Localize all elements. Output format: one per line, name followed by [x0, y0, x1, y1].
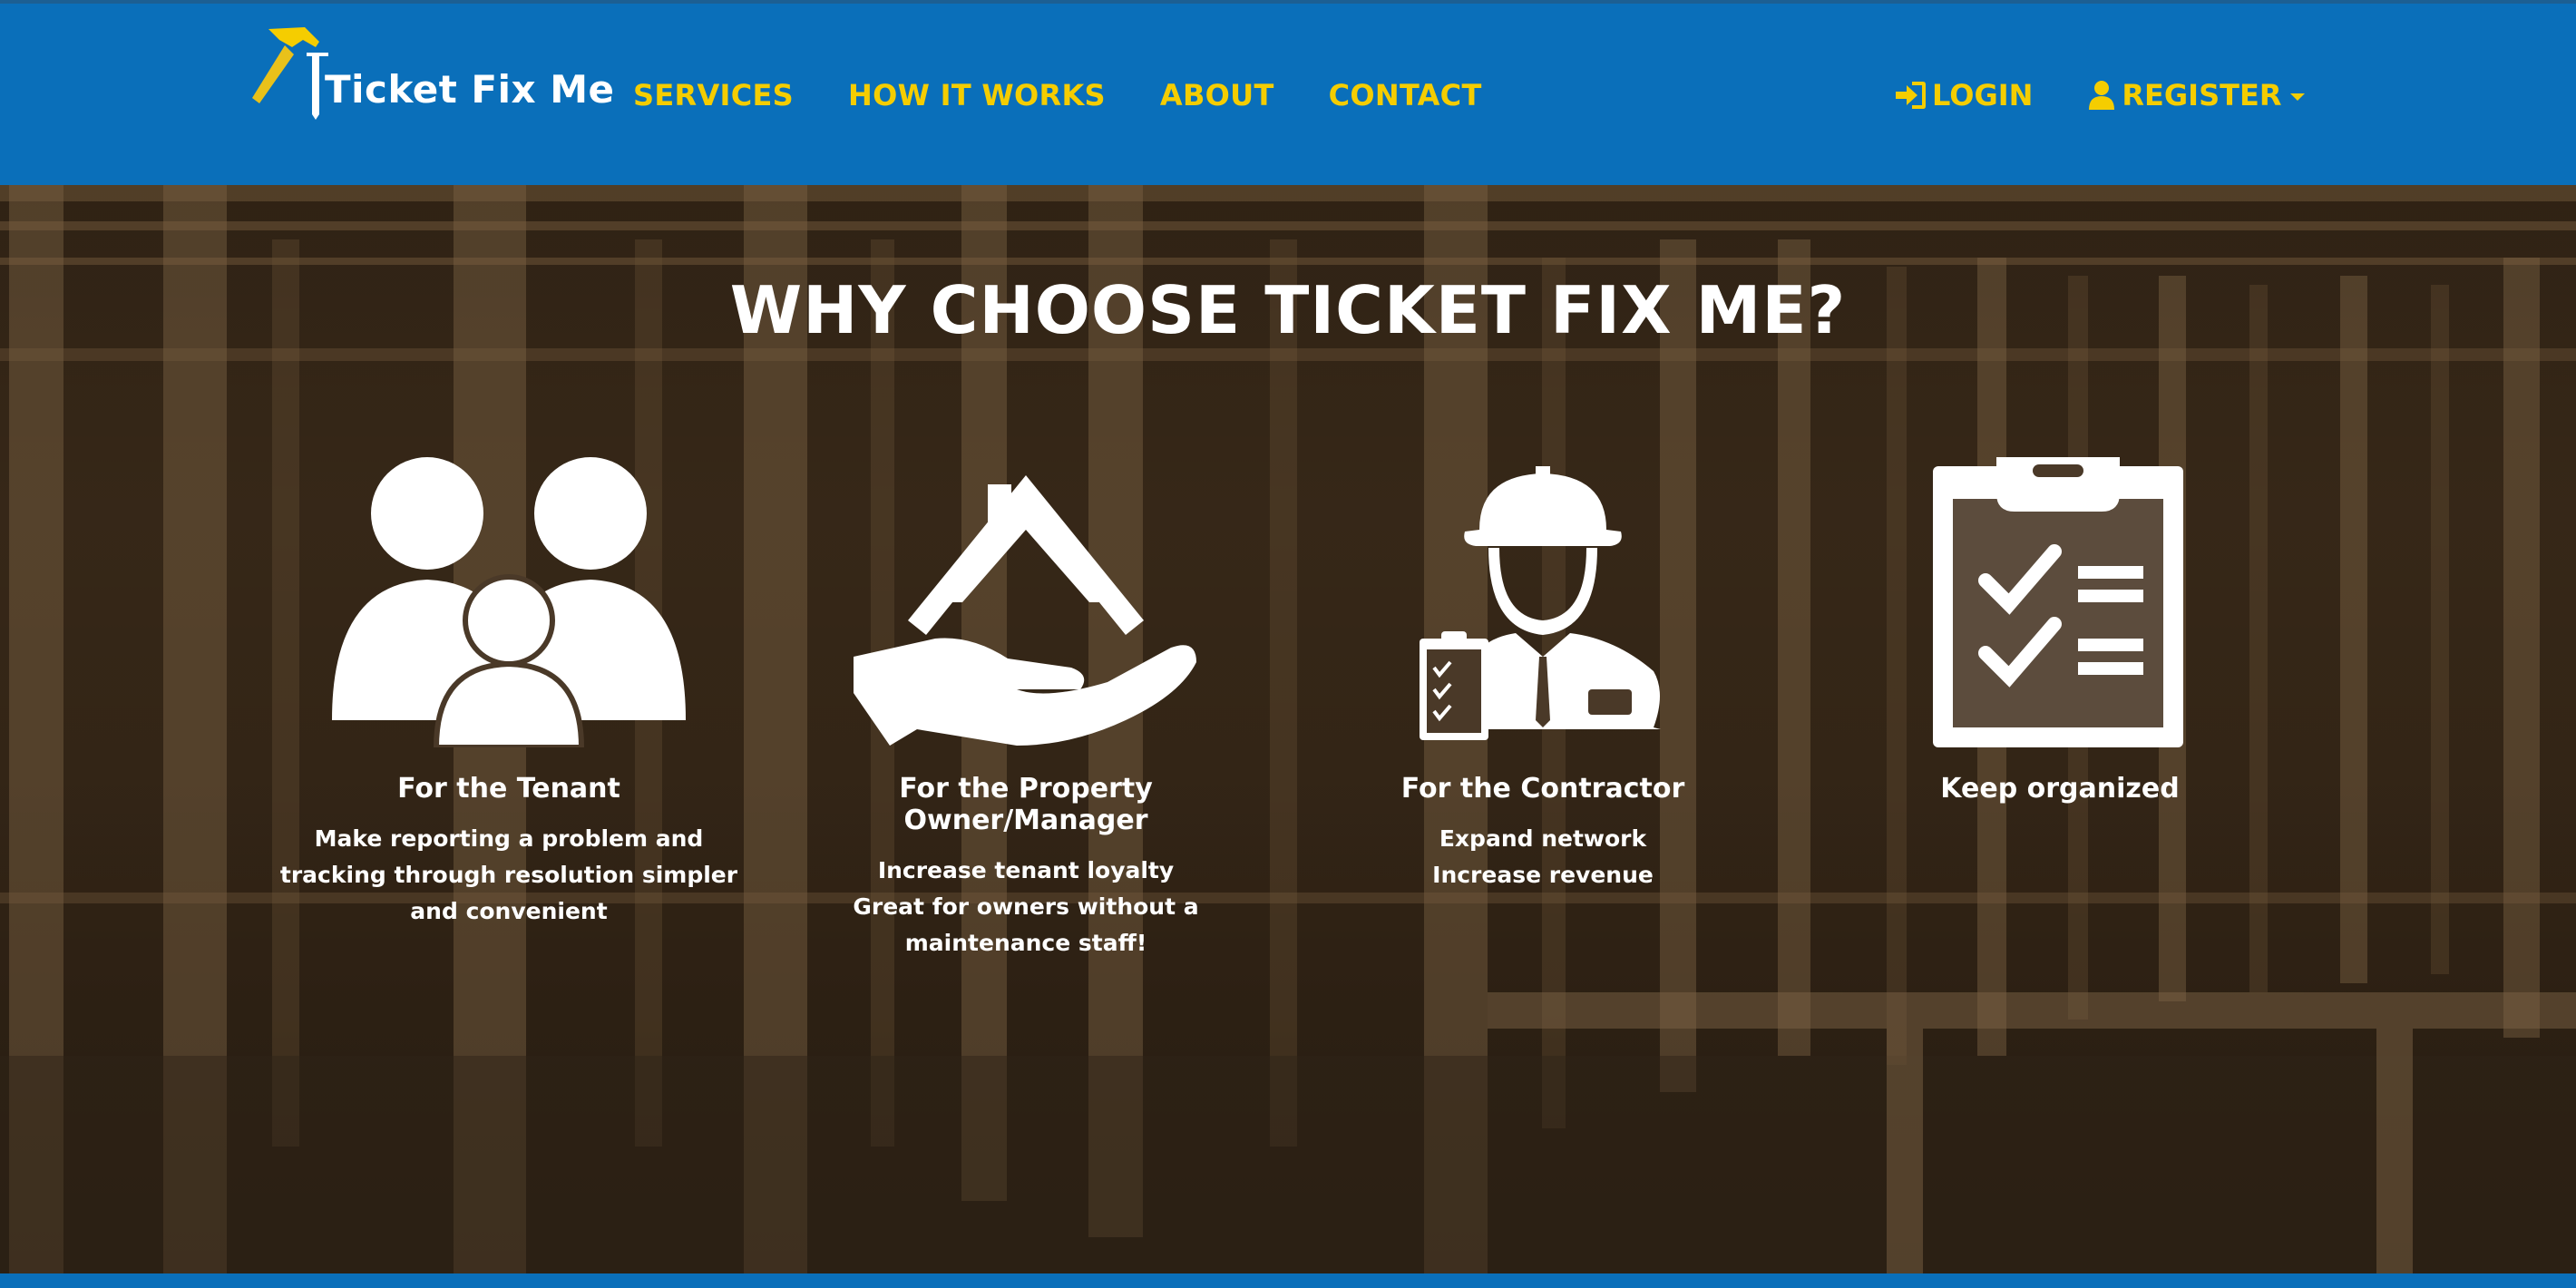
main-nav: SERVICES HOW IT WORKS ABOUT CONTACT — [633, 78, 1537, 112]
feature-title: For the Tenant — [397, 773, 620, 805]
contractor-icon — [1420, 466, 1661, 740]
section-title: WHY CHOOSE TICKET FIX ME? — [729, 272, 1847, 348]
nav-link-how-it-works[interactable]: HOW IT WORKS — [848, 78, 1106, 112]
feature-tenant: For the Tenant Make reporting a problem … — [273, 439, 745, 930]
feature-contractor: For the Contractor Expand network Increa… — [1307, 439, 1779, 893]
account-nav: LOGIN REGISTER — [1894, 78, 2306, 112]
nav-link-contact[interactable]: CONTACT — [1329, 78, 1482, 112]
feature-title: Keep organized — [1940, 773, 2180, 805]
brand-name: Ticket Fix Me — [325, 67, 615, 112]
register-label: REGISTER — [2122, 78, 2282, 112]
feature-description-line-2: Great for owners without a maintenance s… — [853, 893, 1199, 956]
feature-title: For the Property Owner/Manager — [899, 773, 1153, 836]
feature-description-line-1: Expand network — [1439, 825, 1647, 852]
login-link[interactable]: LOGIN — [1894, 78, 2033, 112]
top-navbar: Ticket Fix Me SERVICES HOW IT WORKS ABOU… — [0, 0, 2576, 185]
feature-title: For the Contractor — [1400, 773, 1685, 805]
feature-description-line-1: Increase tenant loyalty — [877, 857, 1175, 883]
footer-bar — [0, 1273, 2576, 1288]
feature-property-owner: For the Property Owner/Manager Increase … — [790, 439, 1262, 961]
sign-in-icon — [1896, 82, 1926, 109]
house-in-hand-icon — [854, 475, 1196, 746]
nav-link-services[interactable]: SERVICES — [633, 78, 794, 112]
chevron-down-icon — [2290, 93, 2306, 101]
clipboard-checklist-icon — [1933, 457, 2183, 747]
feature-keep-organized: Keep organized — [1824, 439, 2296, 805]
register-dropdown[interactable]: REGISTER — [2087, 78, 2306, 112]
family-icon — [332, 457, 686, 747]
login-label: LOGIN — [1932, 78, 2034, 112]
user-icon — [2089, 81, 2115, 110]
nav-link-about[interactable]: ABOUT — [1160, 78, 1274, 112]
feature-description-line-2: Increase revenue — [1432, 862, 1654, 888]
feature-description: Make reporting a problem and tracking th… — [279, 825, 738, 924]
why-choose-section: WHY CHOOSE TICKET FIX ME? For the Tenant… — [0, 185, 2576, 1273]
